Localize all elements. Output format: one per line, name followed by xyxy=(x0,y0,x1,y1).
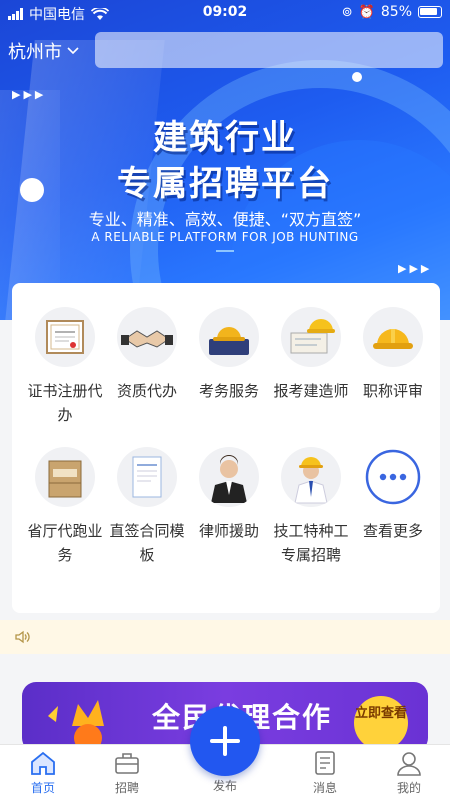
hardhat-icon xyxy=(363,307,423,367)
tab-mine[interactable]: 我的 xyxy=(374,749,444,796)
service-label: 资质代办 xyxy=(116,382,177,400)
service-item-title-review[interactable]: 职称评审 xyxy=(353,307,433,403)
rotation-lock-icon: ⊚ xyxy=(341,4,353,20)
service-label: 直签合同模板 xyxy=(109,522,185,564)
service-label: 查看更多 xyxy=(362,522,423,540)
more-icon xyxy=(363,447,423,507)
home-icon xyxy=(31,751,55,775)
triple-arrow-icon: ▶▶▶ xyxy=(398,262,433,275)
service-item-more[interactable]: 查看更多 xyxy=(353,447,433,543)
tab-publish[interactable]: 发布 xyxy=(190,777,260,794)
blueprint-hardhat-icon xyxy=(281,307,341,367)
lawyer-icon xyxy=(199,447,259,507)
worker-icon xyxy=(281,447,341,507)
search-input[interactable] xyxy=(95,32,443,68)
tab-label: 我的 xyxy=(396,781,421,795)
service-label: 律师援助 xyxy=(198,522,259,540)
tab-label: 招聘 xyxy=(114,781,139,795)
message-icon xyxy=(315,751,335,775)
service-label: 证书注册代办 xyxy=(27,382,103,424)
tab-label: 消息 xyxy=(312,781,337,795)
city-selector[interactable]: 杭州市 xyxy=(8,38,80,64)
banner-tagline: A RELIABLE PLATFORM FOR JOB HUNTING xyxy=(91,230,359,244)
notice-bar[interactable] xyxy=(0,620,450,654)
service-item-provincial-errand[interactable]: 省厅代跑业务 xyxy=(25,447,105,567)
service-item-contract-template[interactable]: 直签合同模板 xyxy=(107,447,187,567)
service-item-technician-jobs[interactable]: 技工特种工专属招聘 xyxy=(271,447,351,567)
service-item-certificate[interactable]: 证书注册代办 xyxy=(25,307,105,427)
user-icon xyxy=(397,752,421,776)
archive-box-icon xyxy=(35,447,95,507)
briefcase-icon xyxy=(115,753,139,774)
service-item-exam[interactable]: 考务服务 xyxy=(189,307,269,403)
speaker-icon xyxy=(15,630,30,644)
banner-title-line1: 建筑行业 xyxy=(153,118,297,158)
tab-label: 发布 xyxy=(212,779,237,793)
battery-icon xyxy=(418,6,442,18)
tab-home[interactable]: 首页 xyxy=(8,749,78,796)
battery-percent: 85% xyxy=(380,4,412,20)
tab-messages[interactable]: 消息 xyxy=(290,749,360,796)
service-label: 省厅代跑业务 xyxy=(27,522,103,564)
hardhat-toolbox-icon xyxy=(199,307,259,367)
city-label: 杭州市 xyxy=(8,42,62,63)
chevron-down-icon xyxy=(67,47,79,55)
contract-document-icon xyxy=(117,447,177,507)
tab-label: 首页 xyxy=(30,781,55,795)
banner-title-line2: 专属招聘平台 xyxy=(117,164,333,204)
services-card: 证书注册代办 资质代办 考务服务 报考建造师 职称评审 省厅代跑业务 直签合同模… xyxy=(12,283,440,613)
status-bar: 中国电信 09:02 ⊚ ⏰ 85% xyxy=(0,0,450,24)
service-item-builder-exam[interactable]: 报考建造师 xyxy=(271,307,351,403)
triple-arrow-icon: ▶▶▶ xyxy=(12,88,47,101)
crown-icon xyxy=(48,700,104,752)
service-label: 技工特种工专属招聘 xyxy=(273,522,349,564)
service-label: 报考建造师 xyxy=(273,382,349,400)
alarm-icon: ⏰ xyxy=(358,4,375,20)
service-label: 职称评审 xyxy=(362,382,423,400)
publish-plus-button[interactable] xyxy=(190,706,260,776)
service-label: 考务服务 xyxy=(198,382,259,400)
handshake-icon xyxy=(117,307,177,367)
banner-subtitle: 专业、精准、高效、便捷、“双方直签” xyxy=(88,210,362,229)
service-item-lawyer[interactable]: 律师援助 xyxy=(189,447,269,543)
tab-jobs[interactable]: 招聘 xyxy=(92,749,162,796)
banner-indicator xyxy=(216,250,234,252)
certificate-icon xyxy=(35,307,95,367)
service-item-qualification[interactable]: 资质代办 xyxy=(107,307,187,403)
view-now-button[interactable]: 立即查看 xyxy=(354,696,408,750)
decorative-dot xyxy=(352,72,362,82)
